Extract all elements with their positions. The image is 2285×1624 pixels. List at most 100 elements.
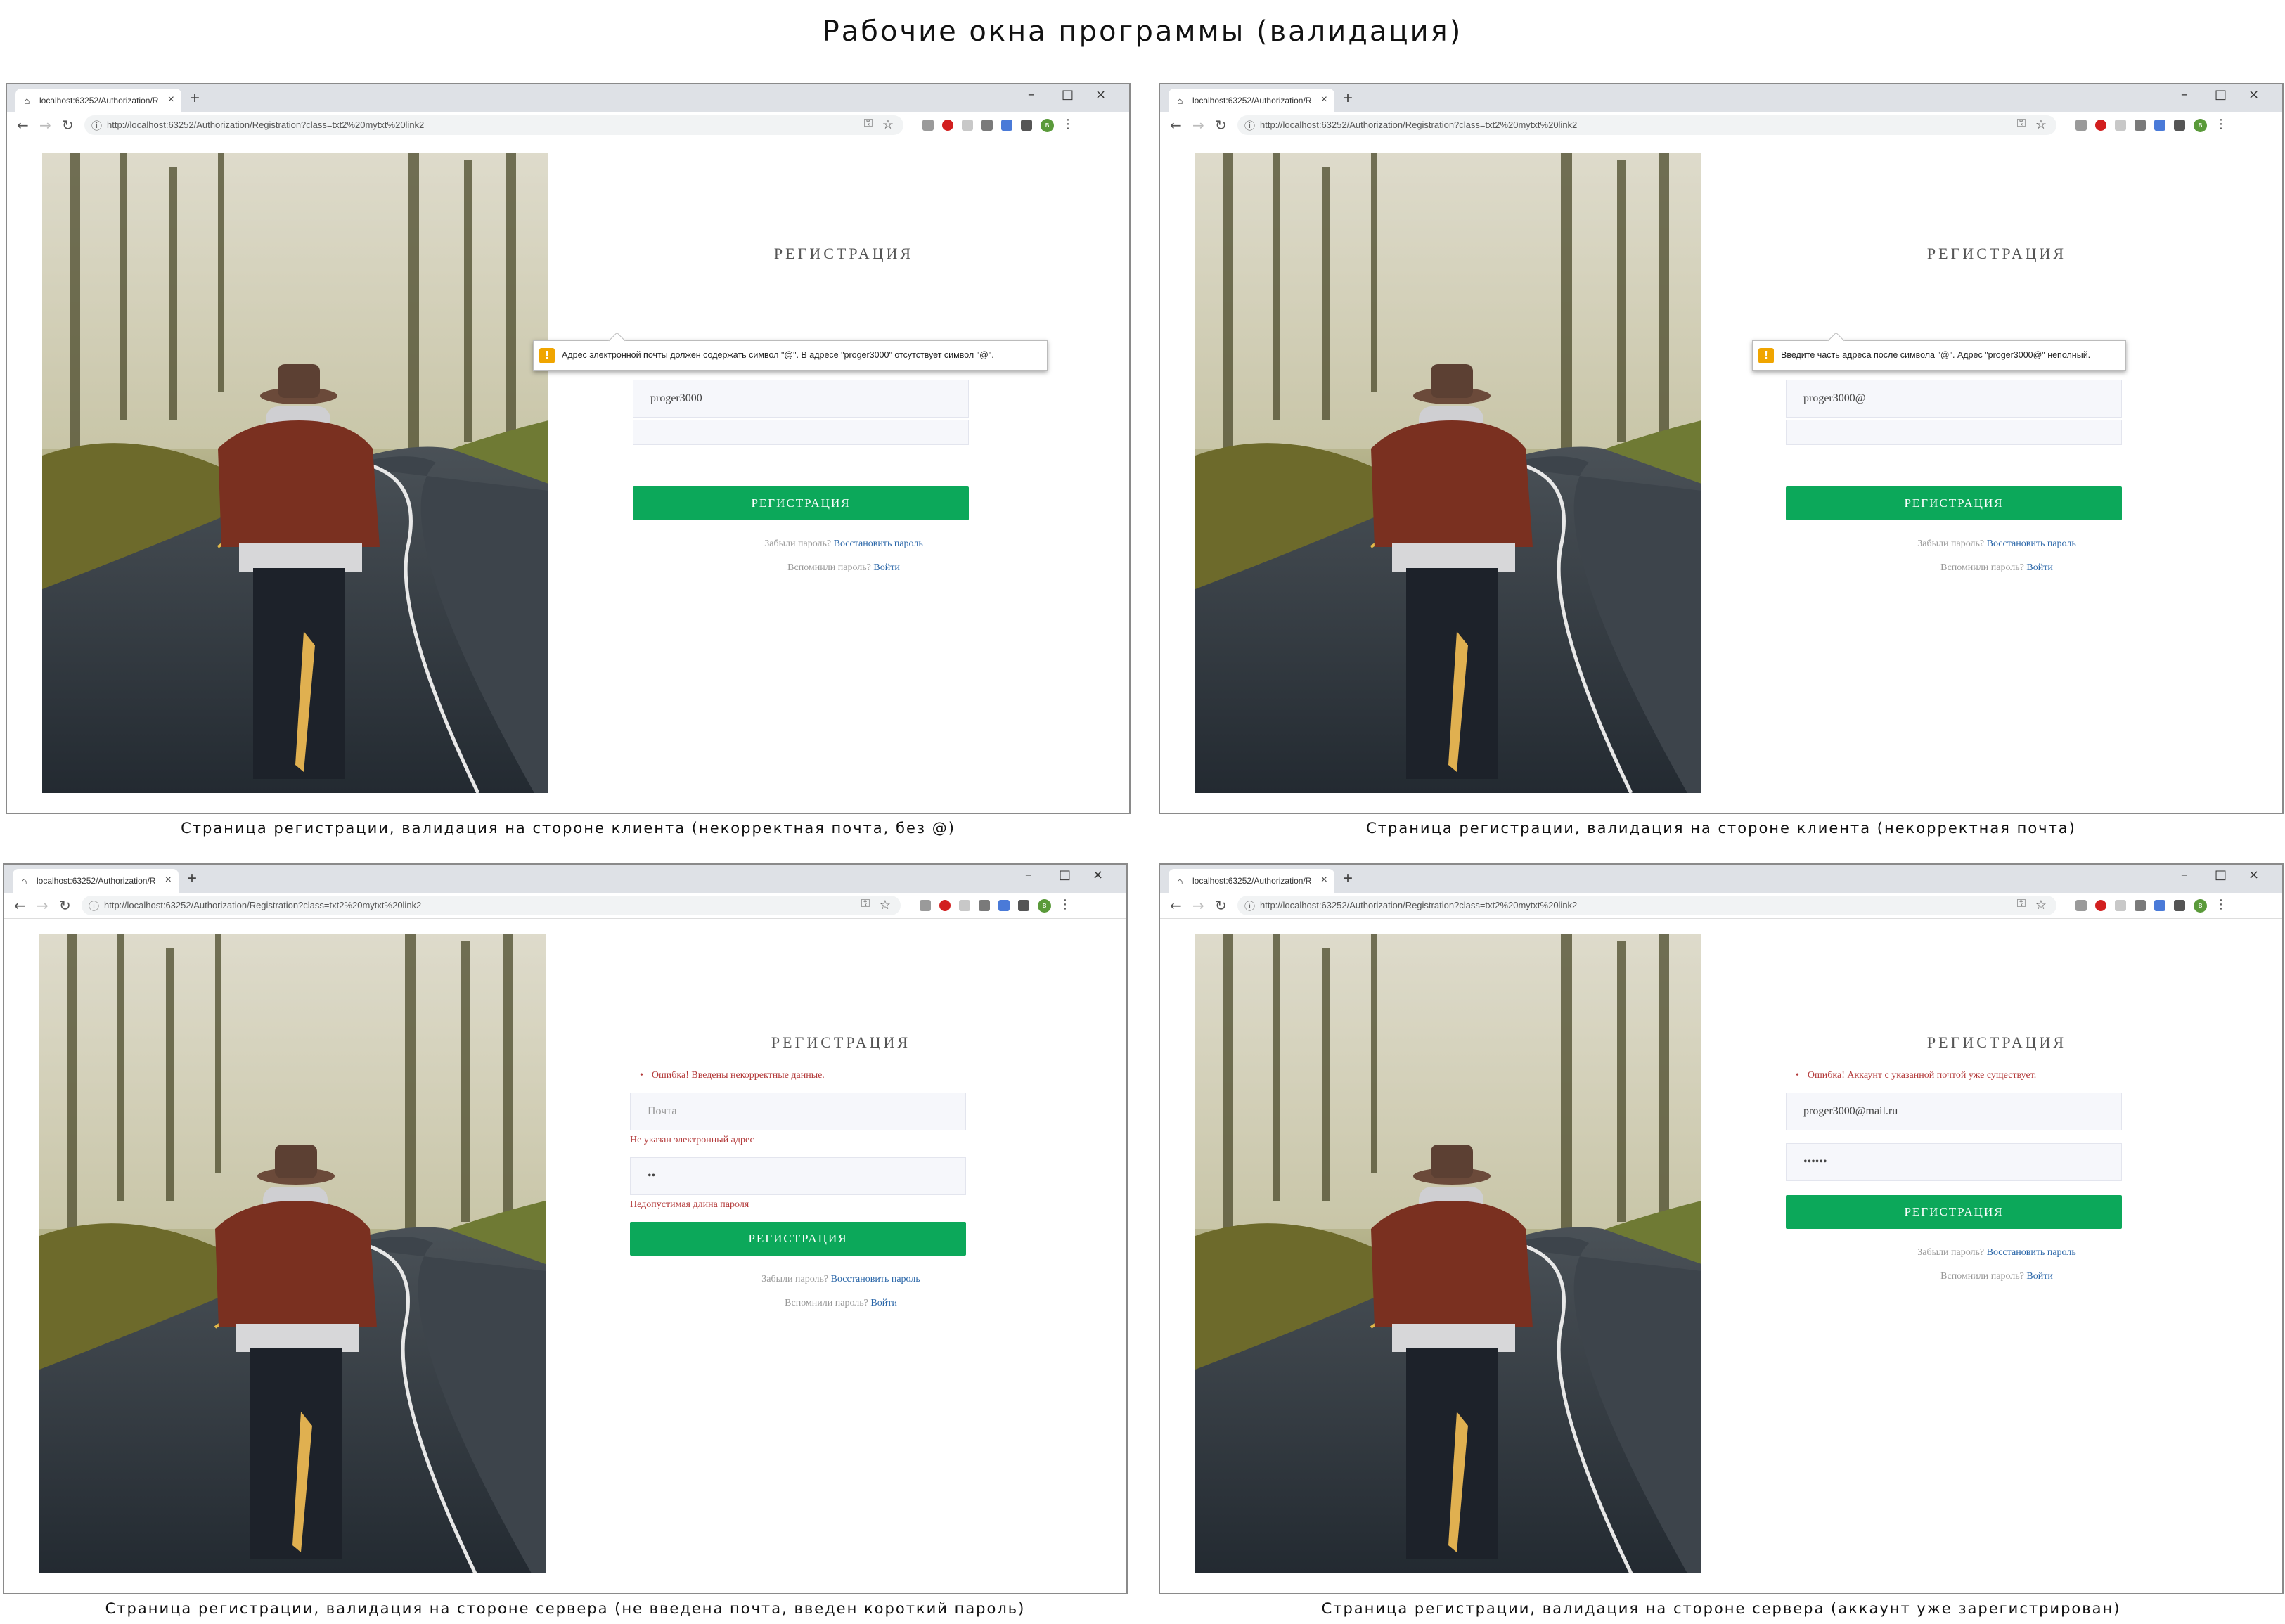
extension-grid-icon[interactable] xyxy=(962,120,973,131)
forward-icon[interactable]: → xyxy=(39,117,51,134)
reload-icon[interactable]: ↻ xyxy=(1215,117,1227,134)
extension-translate-icon[interactable] xyxy=(2154,900,2165,911)
email-field[interactable]: proger3000@ xyxy=(1786,380,2122,418)
register-button[interactable]: РЕГИСТРАЦИЯ xyxy=(1786,1195,2122,1229)
close-icon[interactable]: × xyxy=(2248,87,2259,102)
bookmark-star-icon[interactable]: ☆ xyxy=(2035,117,2047,132)
extension-grid-icon[interactable] xyxy=(2115,900,2126,911)
forward-icon[interactable]: → xyxy=(1192,117,1204,134)
browser-tab[interactable]: ⌂ localhost:63252/Authorization/R × xyxy=(13,869,179,893)
new-tab-button[interactable]: + xyxy=(1343,89,1353,108)
minimize-icon[interactable]: – xyxy=(2181,868,2187,882)
extensions-puzzle-icon[interactable] xyxy=(1018,900,1029,911)
close-tab-icon[interactable]: × xyxy=(168,94,174,106)
login-link[interactable]: Войти xyxy=(2026,562,2052,573)
restore-password-link[interactable]: Восстановить пароль xyxy=(1987,539,2076,549)
password-field[interactable]: •••••• xyxy=(1786,1143,2122,1181)
reload-icon[interactable]: ↻ xyxy=(62,117,74,134)
register-button[interactable]: РЕГИСТРАЦИЯ xyxy=(1786,486,2122,520)
close-icon[interactable]: × xyxy=(2248,868,2259,882)
extension-shield-icon[interactable] xyxy=(2075,120,2087,131)
info-icon[interactable]: ⓘ xyxy=(1244,898,1255,913)
key-icon[interactable]: ⚿ xyxy=(2017,117,2026,130)
close-icon[interactable]: × xyxy=(1093,868,1103,882)
email-field[interactable]: proger3000@mail.ru xyxy=(1786,1093,2122,1130)
minimize-icon[interactable]: – xyxy=(1028,87,1034,102)
close-icon[interactable]: × xyxy=(1095,87,1106,102)
extensions-puzzle-icon[interactable] xyxy=(2174,120,2185,131)
extension-translate-icon[interactable] xyxy=(1001,120,1012,131)
profile-avatar[interactable]: ʙ xyxy=(1041,119,1054,132)
maximize-icon[interactable]: □ xyxy=(2215,868,2227,882)
extension-copy-icon[interactable] xyxy=(981,120,993,131)
password-field[interactable] xyxy=(633,420,969,445)
info-icon[interactable]: ⓘ xyxy=(91,118,102,133)
minimize-icon[interactable]: – xyxy=(2181,87,2187,102)
address-bar[interactable]: ⓘ http://localhost:63252/Authorization/R… xyxy=(84,115,903,135)
reload-icon[interactable]: ↻ xyxy=(59,897,71,914)
menu-icon[interactable]: ⋮ xyxy=(2215,117,2227,131)
key-icon[interactable]: ⚿ xyxy=(864,117,873,130)
new-tab-button[interactable]: + xyxy=(1343,869,1353,889)
back-icon[interactable]: ← xyxy=(14,897,26,914)
restore-password-link[interactable]: Восстановить пароль xyxy=(1987,1247,2076,1258)
extension-grid-icon[interactable] xyxy=(2115,120,2126,131)
login-link[interactable]: Войти xyxy=(873,562,899,573)
password-field[interactable]: •• xyxy=(630,1157,966,1195)
register-button[interactable]: РЕГИСТРАЦИЯ xyxy=(633,486,969,520)
extension-copy-icon[interactable] xyxy=(2135,900,2146,911)
extension-translate-icon[interactable] xyxy=(998,900,1010,911)
extension-copy-icon[interactable] xyxy=(2135,120,2146,131)
new-tab-button[interactable]: + xyxy=(187,869,197,889)
extension-opera-icon[interactable] xyxy=(2095,900,2106,911)
close-tab-icon[interactable]: × xyxy=(1321,94,1327,106)
back-icon[interactable]: ← xyxy=(17,117,29,134)
email-field[interactable]: proger3000 xyxy=(633,380,969,418)
extensions-puzzle-icon[interactable] xyxy=(1021,120,1032,131)
password-field[interactable] xyxy=(1786,420,2122,445)
email-field[interactable]: Почта xyxy=(630,1093,966,1130)
login-link[interactable]: Войти xyxy=(870,1298,896,1308)
browser-tab[interactable]: ⌂ localhost:63252/Authorization/R × xyxy=(15,89,181,112)
extensions-puzzle-icon[interactable] xyxy=(2174,900,2185,911)
profile-avatar[interactable]: ʙ xyxy=(2194,119,2207,132)
profile-avatar[interactable]: ʙ xyxy=(1038,899,1051,913)
minimize-icon[interactable]: – xyxy=(1025,868,1031,882)
close-tab-icon[interactable]: × xyxy=(165,874,172,887)
restore-password-link[interactable]: Восстановить пароль xyxy=(831,1274,920,1284)
bookmark-star-icon[interactable]: ☆ xyxy=(880,898,891,913)
extension-opera-icon[interactable] xyxy=(942,120,953,131)
extension-translate-icon[interactable] xyxy=(2154,120,2165,131)
bookmark-star-icon[interactable]: ☆ xyxy=(2035,898,2047,913)
browser-tab[interactable]: ⌂ localhost:63252/Authorization/R × xyxy=(1169,89,1334,112)
browser-tab[interactable]: ⌂ localhost:63252/Authorization/R × xyxy=(1169,869,1334,893)
forward-icon[interactable]: → xyxy=(1192,897,1204,914)
extension-shield-icon[interactable] xyxy=(920,900,931,911)
maximize-icon[interactable]: □ xyxy=(1062,87,1074,102)
key-icon[interactable]: ⚿ xyxy=(2017,898,2026,910)
menu-icon[interactable]: ⋮ xyxy=(1059,897,1071,912)
extension-copy-icon[interactable] xyxy=(979,900,990,911)
address-bar[interactable]: ⓘ http://localhost:63252/Authorization/R… xyxy=(82,896,901,915)
reload-icon[interactable]: ↻ xyxy=(1215,897,1227,914)
back-icon[interactable]: ← xyxy=(1170,897,1182,914)
maximize-icon[interactable]: □ xyxy=(1059,868,1071,882)
maximize-icon[interactable]: □ xyxy=(2215,87,2227,102)
extension-grid-icon[interactable] xyxy=(959,900,970,911)
profile-avatar[interactable]: ʙ xyxy=(2194,899,2207,913)
extension-shield-icon[interactable] xyxy=(922,120,934,131)
register-button[interactable]: РЕГИСТРАЦИЯ xyxy=(630,1222,966,1256)
extension-opera-icon[interactable] xyxy=(2095,120,2106,131)
back-icon[interactable]: ← xyxy=(1170,117,1182,134)
address-bar[interactable]: ⓘ http://localhost:63252/Authorization/R… xyxy=(1237,115,2056,135)
new-tab-button[interactable]: + xyxy=(190,89,200,108)
bookmark-star-icon[interactable]: ☆ xyxy=(882,117,894,132)
extension-shield-icon[interactable] xyxy=(2075,900,2087,911)
info-icon[interactable]: ⓘ xyxy=(1244,118,1255,133)
close-tab-icon[interactable]: × xyxy=(1321,874,1327,887)
extension-opera-icon[interactable] xyxy=(939,900,951,911)
address-bar[interactable]: ⓘ http://localhost:63252/Authorization/R… xyxy=(1237,896,2056,915)
restore-password-link[interactable]: Восстановить пароль xyxy=(834,539,923,549)
key-icon[interactable]: ⚿ xyxy=(861,898,870,910)
menu-icon[interactable]: ⋮ xyxy=(1062,117,1074,131)
